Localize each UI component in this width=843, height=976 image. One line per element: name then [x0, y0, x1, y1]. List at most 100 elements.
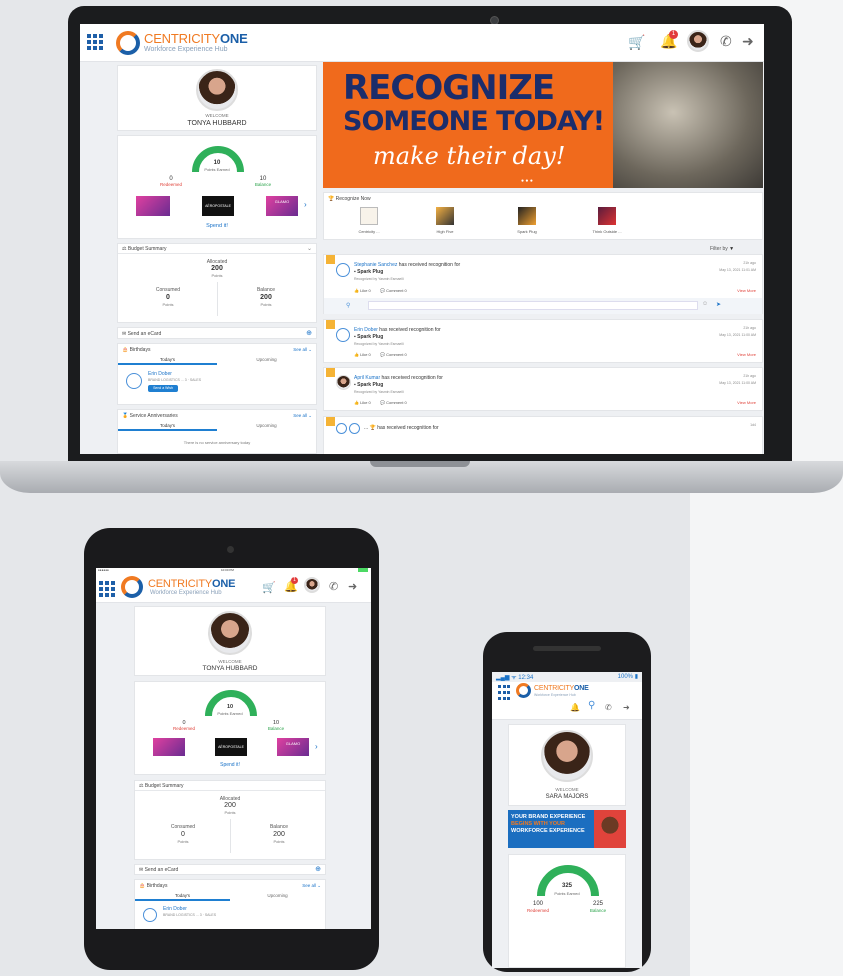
add-icon[interactable]: ⊕	[306, 329, 312, 337]
bell-icon[interactable]: 🔔	[570, 703, 580, 712]
badge-label-4: Think Outside ...	[592, 229, 622, 234]
collapse-icon[interactable]: ⌄	[307, 245, 312, 252]
send-wish-button[interactable]: Send a Wish	[148, 385, 178, 392]
comment-button[interactable]: 💬 Comment 0	[380, 400, 407, 405]
profile-avatar	[541, 730, 593, 782]
feed-headline: April Kumar has received recognition for	[354, 375, 443, 381]
points-earned: 10	[213, 160, 221, 166]
tab-today[interactable]: Today's	[118, 357, 217, 365]
phone-top-bar: CENTRICITYONE Workforce Experience Hub 🔔…	[492, 682, 642, 720]
chevron-right-icon[interactable]: ›	[315, 742, 318, 751]
feed-recognized-by: Recognized by Yasmin Esmaeili	[354, 390, 404, 394]
comment-input[interactable]	[368, 301, 698, 310]
redeemed-label: Redeemed	[159, 182, 182, 187]
like-button[interactable]: 👍 Like 0	[354, 400, 371, 405]
phone-icon[interactable]: ✆	[329, 580, 338, 593]
feed-time: 21h ago	[743, 374, 756, 378]
reward-thumb-aeropostale[interactable]: AÉROPOSTALE	[215, 738, 247, 756]
reward-thumb-glamo[interactable]: GLAMO	[277, 738, 309, 756]
phone-icon[interactable]: ✆	[605, 703, 612, 712]
allocated-value: 200	[224, 802, 236, 809]
like-button[interactable]: 👍 Like 0	[354, 288, 371, 293]
logo-icon	[516, 683, 531, 698]
comment-button[interactable]: 💬 Comment 0	[380, 288, 407, 293]
carousel-dots[interactable]: ● ● ●	[521, 178, 533, 184]
recognize-banner[interactable]: RECOGNIZE SOMEONE TODAY! make their day!…	[323, 62, 763, 188]
person-icon	[336, 263, 350, 277]
budget-balance-value: 200	[273, 831, 285, 838]
tab-upcoming[interactable]: Upcoming	[230, 893, 325, 901]
speaker	[533, 646, 601, 651]
reward-thumb-glamo[interactable]: GLAMO	[266, 196, 298, 216]
profile-card: WELCOME TONYA HUBBARD	[117, 65, 317, 131]
feed-time: 1d4	[750, 423, 756, 427]
budget-balance-label: Balance	[256, 287, 276, 293]
cart-icon[interactable]: 🛒	[628, 34, 645, 51]
comment-button[interactable]: 💬 Comment 0	[380, 352, 407, 357]
spend-it-link[interactable]: Spend it!	[135, 762, 325, 768]
feed-item-3: April Kumar has received recognition for…	[323, 367, 763, 411]
birthdays-title: 🎂 Birthdays	[139, 883, 168, 889]
ribbon-icon	[326, 320, 335, 329]
view-more-link[interactable]: View More	[737, 352, 756, 357]
consumed-unit: Points	[177, 839, 189, 844]
reward-thumb-1[interactable]	[136, 196, 170, 216]
reward-thumb-1[interactable]	[153, 738, 185, 756]
birthdays-tabs: Today's Upcoming	[118, 357, 316, 365]
tab-today[interactable]: Today's	[118, 423, 217, 431]
feed-recognized-by: Recognized by Yasmin Esmaeili	[354, 342, 404, 346]
birthday-person[interactable]: Erin Dober	[163, 906, 187, 912]
view-more-link[interactable]: View More	[737, 288, 756, 293]
tablet-ecard-card[interactable]: ✉ Send an eCard ⊕	[134, 864, 326, 875]
tab-today[interactable]: Today's	[135, 893, 230, 901]
phone-icon[interactable]: ✆	[720, 33, 732, 50]
badge-high-five[interactable]	[436, 207, 454, 225]
reward-thumb-aeropostale[interactable]: AÉROPOSTALE	[202, 196, 234, 216]
tab-upcoming[interactable]: Upcoming	[217, 357, 316, 365]
user-avatar[interactable]	[304, 577, 320, 593]
points-card: 10 Points Earned 0 Redeemed 10 Balance A…	[117, 135, 317, 239]
user-icon[interactable]: ⚲	[588, 700, 595, 711]
profile-avatar	[208, 611, 252, 655]
birthdays-see-all[interactable]: See all ⌄	[302, 883, 321, 889]
badge-centricity[interactable]	[360, 207, 378, 225]
feed-award: ▪ Spark Plug	[354, 334, 384, 340]
view-more-link[interactable]: View More	[737, 400, 756, 405]
emoji-icon[interactable]: ☺	[702, 301, 708, 307]
like-button[interactable]: 👍 Like 0	[354, 352, 371, 357]
tab-upcoming[interactable]: Upcoming	[217, 423, 316, 431]
send-icon[interactable]: ➤	[716, 301, 721, 308]
birthday-person[interactable]: Erin Dober	[148, 371, 172, 377]
spend-it-link[interactable]: Spend it!	[118, 223, 316, 229]
logout-icon[interactable]: ➜	[348, 580, 357, 593]
badge-spark-plug[interactable]	[518, 207, 536, 225]
birthday-person-detail: BRAND LOGISTICS ... 3 · SALES	[163, 913, 217, 917]
filter-button[interactable]: Filter by ▼	[710, 246, 734, 252]
budget-summary-card: ⚖ Budget Summary ⌄ Allocated 200 Points …	[117, 243, 317, 323]
birthdays-see-all[interactable]: See all ⌄	[293, 347, 312, 353]
person-icon	[336, 423, 347, 434]
cart-icon[interactable]: 🛒	[262, 581, 276, 594]
apps-grid-icon[interactable]	[87, 34, 103, 50]
anniversaries-see-all[interactable]: See all ⌄	[293, 413, 312, 419]
welcome-label: WELCOME	[218, 659, 242, 664]
allocated-value: 200	[211, 265, 223, 272]
badge-label-3: Spark Plug	[517, 229, 537, 234]
budget-balance-label: Balance	[269, 824, 289, 830]
user-avatar[interactable]	[687, 30, 709, 52]
filter-icon: ▼	[729, 246, 735, 252]
add-icon[interactable]: ⊕	[315, 865, 321, 873]
logout-icon[interactable]: ➜	[742, 33, 754, 50]
apps-grid-icon[interactable]	[99, 581, 115, 597]
divider	[217, 282, 218, 316]
consumed-value: 0	[166, 294, 170, 301]
badge-think-outside[interactable]	[598, 207, 616, 225]
feed-headline: Erin Dober has received recognition for	[354, 327, 441, 333]
person-avatar	[336, 375, 351, 390]
ecard-card[interactable]: ✉ Send an eCard ⊕	[117, 327, 317, 339]
chevron-right-icon[interactable]: ›	[304, 200, 307, 209]
tablet-birthdays-card: 🎂 Birthdays See all ⌄ Today's Upcoming E…	[134, 879, 326, 929]
phone-banner[interactable]: YOUR BRAND EXPERIENCE BEGINS WITH YOUR WOR…	[508, 810, 626, 848]
apps-grid-icon[interactable]	[498, 685, 514, 701]
logout-icon[interactable]: ➜	[623, 703, 630, 712]
